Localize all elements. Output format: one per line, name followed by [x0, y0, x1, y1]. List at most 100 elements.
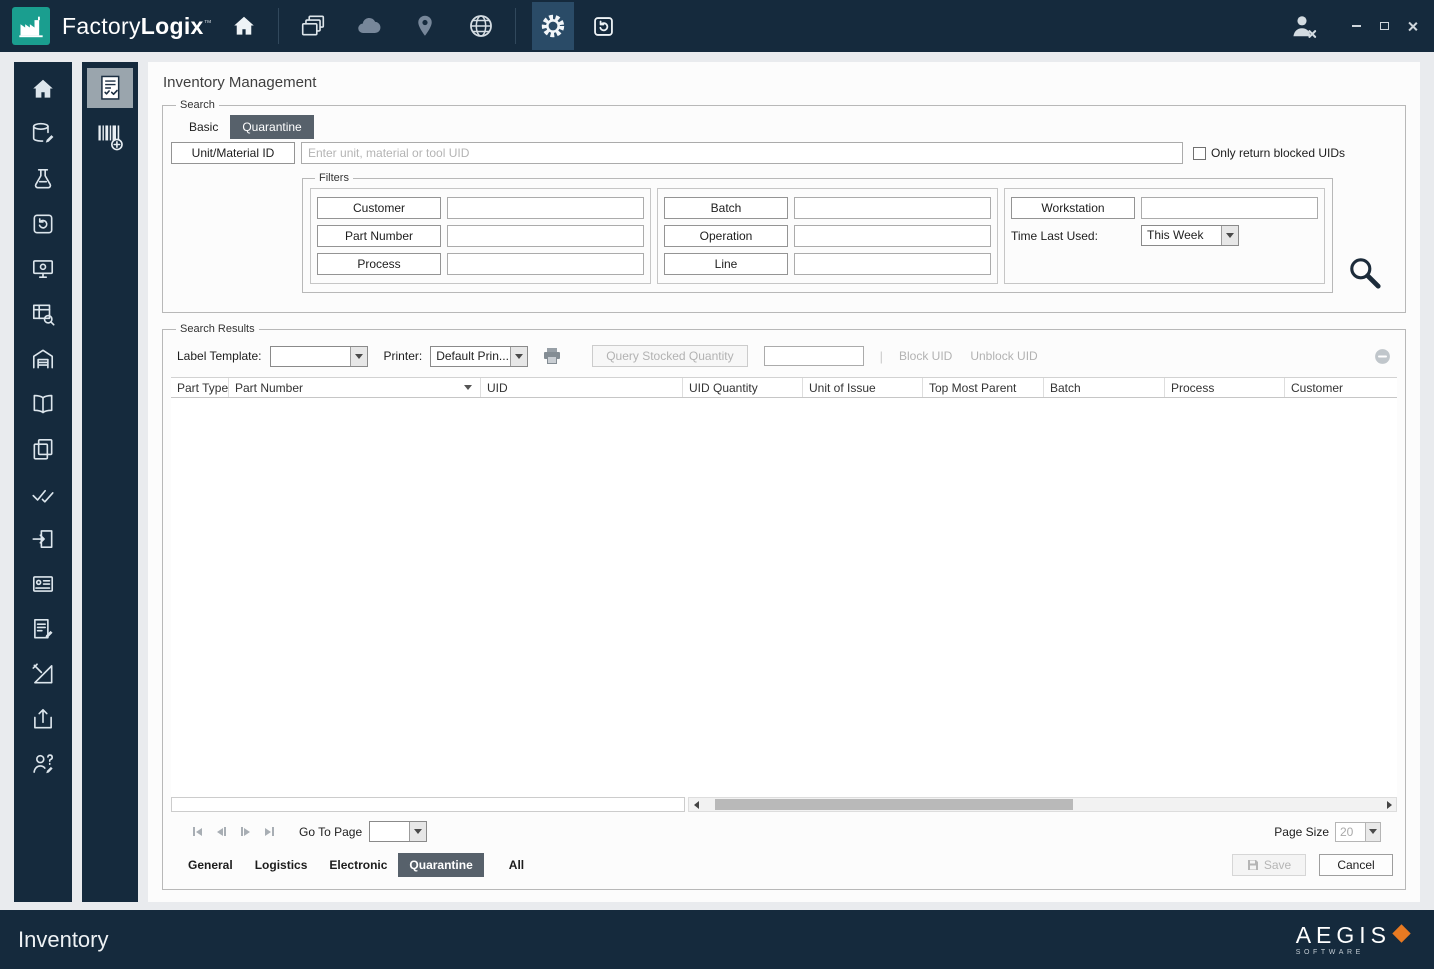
chevron-down-icon[interactable] — [1365, 822, 1380, 841]
sidebar-id-card-icon[interactable] — [30, 571, 56, 597]
chevron-down-icon[interactable] — [510, 346, 528, 366]
tab-quarantine-bottom[interactable]: Quarantine — [398, 853, 484, 877]
sidebar-user-help-icon[interactable] — [30, 751, 56, 777]
settings-gear-icon[interactable] — [531, 2, 574, 50]
line-filter-input[interactable] — [794, 253, 991, 275]
column-header-process[interactable]: Process — [1165, 378, 1285, 397]
maximize-icon[interactable] — [1372, 15, 1396, 37]
page-size-input[interactable]: 20 — [1335, 821, 1381, 842]
query-stocked-quantity-button[interactable]: Query Stocked Quantity — [592, 345, 748, 367]
tab-electronic[interactable]: Electronic — [318, 853, 398, 877]
search-group-label: Search — [180, 99, 215, 111]
part-number-filter-input[interactable] — [447, 225, 644, 247]
sidebar-design-ruler-icon[interactable] — [30, 661, 56, 687]
globe-icon[interactable] — [463, 4, 499, 48]
part-number-filter-button[interactable]: Part Number — [317, 225, 441, 247]
line-filter-button[interactable]: Line — [664, 253, 788, 275]
tab-basic[interactable]: Basic — [177, 115, 230, 139]
app-brand: FactoryLogix™ — [62, 12, 212, 39]
process-filter-input[interactable] — [447, 253, 644, 275]
stocked-quantity-input[interactable] — [763, 346, 864, 366]
scroll-left-icon[interactable] — [689, 798, 703, 811]
go-to-page-dropdown[interactable] — [369, 821, 428, 842]
action-buttons: Save Cancel — [1232, 854, 1393, 876]
column-header-batch[interactable]: Batch — [1044, 378, 1165, 397]
batch-filter-input[interactable] — [794, 197, 991, 219]
execute-search-button[interactable] — [1333, 172, 1397, 293]
chevron-down-icon[interactable] — [349, 346, 367, 366]
uid-search-input[interactable] — [301, 142, 1183, 164]
unblock-uid-button[interactable]: Unblock UID — [970, 349, 1037, 363]
sidebar-table-search-icon[interactable] — [30, 301, 56, 327]
sidebar-document-edit-icon[interactable] — [30, 616, 56, 642]
customer-filter-input[interactable] — [447, 197, 644, 219]
operation-filter-button[interactable]: Operation — [664, 225, 788, 247]
sidebar-assembly-icon[interactable] — [30, 166, 56, 192]
layers-icon[interactable] — [295, 4, 331, 48]
aegis-diamond-icon — [1392, 923, 1411, 943]
customer-filter-button[interactable]: Customer — [317, 197, 441, 219]
user-blocked-icon[interactable] — [1284, 4, 1320, 48]
close-icon[interactable] — [1400, 15, 1424, 37]
time-last-used-dropdown[interactable]: This Week — [1141, 225, 1239, 246]
cloud-icon[interactable] — [351, 4, 387, 48]
workstation-filter-input[interactable] — [1141, 197, 1318, 219]
frozen-columns-scrollbar[interactable] — [171, 797, 685, 812]
column-header-uid[interactable]: UID — [481, 378, 683, 397]
barcode-add-icon[interactable] — [95, 122, 125, 152]
aegis-logo: AEGIS SOFTWARE — [1296, 923, 1411, 956]
filters-column-2: Batch Operation Line — [657, 188, 998, 284]
print-icon[interactable] — [542, 347, 562, 365]
minimize-icon[interactable] — [1344, 15, 1368, 37]
sidebar-database-edit-icon[interactable] — [30, 121, 56, 147]
chevron-down-icon[interactable] — [409, 822, 427, 841]
remove-row-icon[interactable] — [1374, 348, 1391, 365]
tab-quarantine[interactable]: Quarantine — [230, 115, 314, 139]
inventory-checklist-icon[interactable] — [87, 68, 133, 108]
column-header-part-type[interactable]: Part Type — [171, 378, 229, 397]
process-filter-button[interactable]: Process — [317, 253, 441, 275]
block-uid-button[interactable]: Block UID — [899, 349, 952, 363]
sidebar-warehouse-icon[interactable] — [30, 346, 56, 372]
column-header-unit-of-issue[interactable]: Unit of Issue — [803, 378, 923, 397]
results-table-header: Part Type Part Number UID UID Quantity U… — [171, 377, 1397, 398]
workstation-filter-button[interactable]: Workstation — [1011, 197, 1135, 219]
previous-page-button[interactable] — [213, 825, 230, 838]
first-page-button[interactable] — [189, 825, 206, 838]
scrollbar-thumb[interactable] — [715, 799, 1073, 810]
operation-filter-input[interactable] — [794, 225, 991, 247]
cancel-button[interactable]: Cancel — [1319, 854, 1393, 876]
printer-dropdown[interactable]: Default Prin... — [430, 345, 529, 367]
tab-general[interactable]: General — [177, 853, 244, 877]
sidebar-import-icon[interactable] — [30, 526, 56, 552]
sort-arrow-icon[interactable] — [464, 385, 472, 390]
tab-logistics[interactable]: Logistics — [244, 853, 319, 877]
batch-filter-button[interactable]: Batch — [664, 197, 788, 219]
only-blocked-checkbox[interactable] — [1192, 146, 1206, 160]
history-reset-icon[interactable] — [586, 4, 622, 48]
column-header-uid-quantity[interactable]: UID Quantity — [683, 378, 803, 397]
titlebar-nav-group — [295, 4, 499, 48]
sidebar-refresh-icon[interactable] — [30, 211, 56, 237]
scrollbar-track[interactable] — [703, 798, 1382, 811]
chevron-down-icon[interactable] — [1221, 226, 1238, 245]
column-header-customer[interactable]: Customer — [1285, 378, 1397, 397]
label-template-dropdown[interactable] — [269, 345, 368, 367]
next-page-button[interactable] — [237, 825, 254, 838]
sidebar-workstation-icon[interactable] — [30, 256, 56, 282]
sidebar-verification-icon[interactable] — [30, 481, 56, 507]
last-page-button[interactable] — [261, 825, 278, 838]
column-header-part-number[interactable]: Part Number — [229, 378, 481, 397]
sidebar-copy-pages-icon[interactable] — [30, 436, 56, 462]
table-horizontal-scrollbar[interactable] — [688, 797, 1397, 812]
sidebar-shipping-icon[interactable] — [30, 706, 56, 732]
sidebar-documentation-icon[interactable] — [30, 391, 56, 417]
save-button[interactable]: Save — [1232, 854, 1306, 876]
unit-material-id-button[interactable]: Unit/Material ID — [171, 142, 295, 164]
scroll-right-icon[interactable] — [1382, 798, 1396, 811]
location-pin-icon[interactable] — [407, 4, 443, 48]
column-header-top-most-parent[interactable]: Top Most Parent — [923, 378, 1044, 397]
tab-all[interactable]: All — [498, 853, 535, 877]
home-nav-icon[interactable] — [226, 4, 262, 48]
sidebar-home-icon[interactable] — [30, 76, 56, 102]
